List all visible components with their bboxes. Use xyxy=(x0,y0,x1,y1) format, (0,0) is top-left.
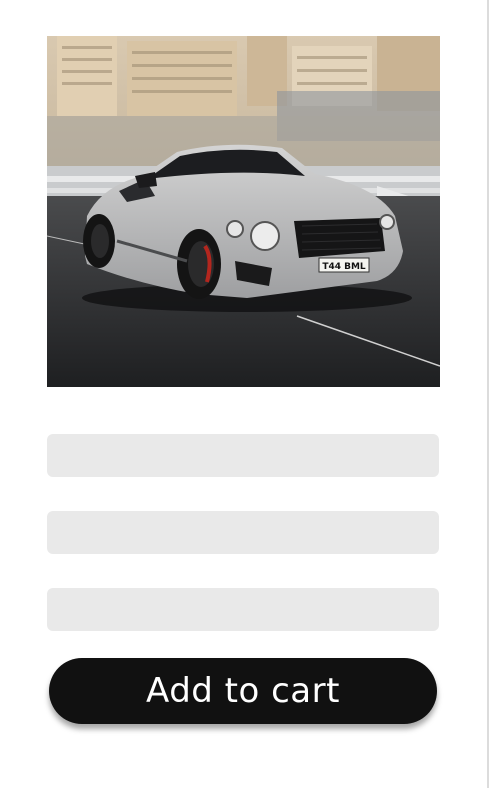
license-plate-text: T44 BML xyxy=(322,262,366,272)
add-to-cart-button[interactable]: Add to cart xyxy=(49,658,437,724)
form-field-2[interactable] xyxy=(47,511,439,554)
form-field-3[interactable] xyxy=(47,588,439,631)
car-photo: T44 BML xyxy=(47,36,440,387)
product-page: T44 BML Add to cart xyxy=(0,0,490,788)
scrollbar-edge xyxy=(487,0,489,788)
product-image: T44 BML xyxy=(47,36,440,387)
form-field-1[interactable] xyxy=(47,434,439,477)
